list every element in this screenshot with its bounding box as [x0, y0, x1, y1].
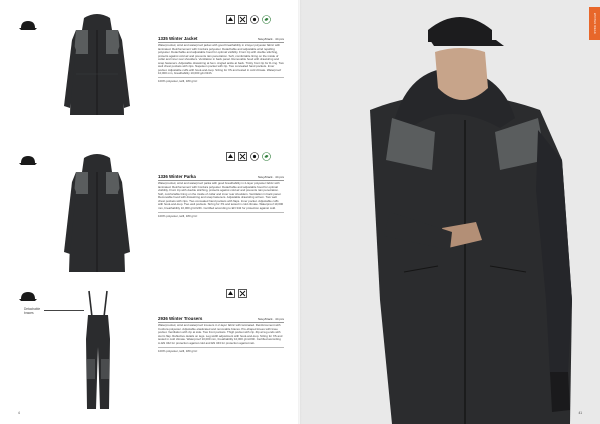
oeko-cert-icon — [250, 152, 259, 161]
nw-cert-icon — [238, 15, 247, 24]
model-photo — [300, 0, 600, 424]
certification-icons — [226, 15, 271, 24]
nw-cert-icon — [238, 152, 247, 161]
section-tab-label: WINTER WEAR — [593, 13, 596, 34]
eco-cert-icon — [262, 15, 271, 24]
product-title: 1336 Winter Parka — [158, 174, 196, 179]
catalog-spread: 1335 Winter Jacket Navy/black · 44 pcs W… — [0, 0, 600, 424]
en-cert-icon — [226, 15, 235, 24]
right-page-photo: WINTER WEAR 41 — [300, 0, 600, 424]
product-description: Waterproofed, wind and waterproof trouse… — [158, 323, 283, 345]
page-gutter — [298, 0, 302, 424]
left-page: 1335 Winter Jacket Navy/black · 44 pcs W… — [0, 0, 300, 424]
winter-jacket-image — [62, 10, 132, 130]
product-header: 2936 Winter Trousers Navy/black · 44 pcs — [158, 316, 284, 323]
product-title: 2936 Winter Trousers — [158, 316, 203, 321]
en-cert-icon — [226, 289, 235, 298]
certification-icons — [226, 289, 247, 298]
product-info: 2936 Winter Trousers Navy/black · 44 pcs… — [158, 316, 284, 353]
section-tab[interactable]: WINTER WEAR — [589, 7, 600, 40]
product-header: 1336 Winter Parka Navy/black · 44 pcs — [158, 174, 284, 181]
cap-icon — [18, 153, 38, 167]
oeko-cert-icon — [250, 15, 259, 24]
product-material: 100% polyester, twill, 180 g/m² — [158, 77, 284, 83]
winter-parka-image — [62, 152, 132, 278]
product-info: 1335 Winter Jacket Navy/black · 44 pcs W… — [158, 36, 284, 83]
winter-trousers-image — [80, 289, 116, 413]
eco-cert-icon — [262, 152, 271, 161]
product-code: Navy/black · 44 pcs — [257, 175, 284, 179]
product-header: 1335 Winter Jacket Navy/black · 44 pcs — [158, 36, 284, 43]
product-description: Waterproofed, wind and waterproof jacket… — [158, 43, 284, 76]
certification-icons — [226, 152, 271, 161]
product-material: 100% polyester, twill, 180 g/m² — [158, 211, 284, 218]
callout-line — [44, 310, 84, 311]
cap-icon — [18, 18, 38, 32]
page-number-left: 4 — [18, 411, 20, 415]
product-code: Navy/black · 44 pcs — [257, 37, 284, 41]
product-title: 1335 Winter Jacket — [158, 36, 198, 41]
product-winter-jacket: 1335 Winter Jacket Navy/black · 44 pcs W… — [0, 8, 300, 133]
product-info: 1336 Winter Parka Navy/black · 44 pcs Wa… — [158, 174, 284, 218]
nw-cert-icon — [238, 289, 247, 298]
cap-icon — [18, 289, 38, 303]
product-material: 100% polyester, twill, 180 g/m² — [158, 346, 284, 353]
page-number-right: 41 — [578, 411, 582, 415]
product-description: Waterproofed, wind and waterproof parka … — [158, 181, 284, 210]
product-winter-trousers: 2936 Winter Trousers Navy/black · 44 pcs… — [0, 285, 300, 415]
en-cert-icon — [226, 152, 235, 161]
product-code: Navy/black · 44 pcs — [257, 317, 284, 321]
product-winter-parka: 1336 Winter Parka Navy/black · 44 pcs Wa… — [0, 150, 300, 280]
